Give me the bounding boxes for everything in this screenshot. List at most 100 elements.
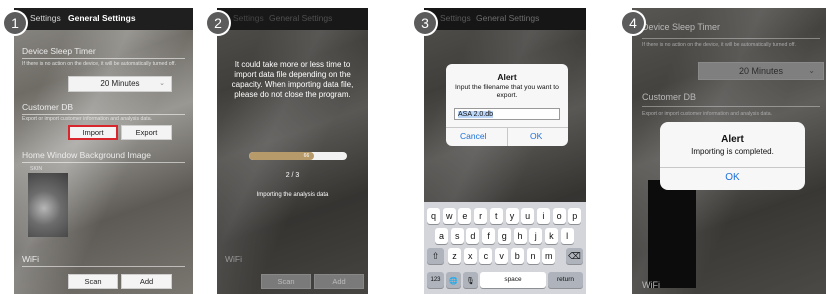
- sleep-note: If there is no action on the device, it …: [22, 61, 176, 67]
- key-r[interactable]: r: [474, 208, 488, 224]
- wifi-label: WiFi: [642, 280, 660, 290]
- globe-key[interactable]: 🌐: [446, 272, 461, 288]
- divider: [642, 38, 820, 39]
- wifi-label: WiFi: [225, 254, 242, 264]
- divider: [22, 58, 185, 59]
- key-f[interactable]: f: [482, 228, 496, 244]
- export-note: Export or import customer information an…: [22, 116, 153, 122]
- key-d[interactable]: d: [466, 228, 480, 244]
- device-sleep-timer-label: Device Sleep Timer: [22, 46, 96, 56]
- import-complete-alert: Alert Importing is completed. OK: [660, 122, 805, 190]
- screen-step-3: Settings General Settings Alert Input th…: [424, 8, 586, 294]
- key-g[interactable]: g: [497, 228, 511, 244]
- globe-icon: 🌐: [449, 278, 458, 285]
- alert-title: Alert: [721, 134, 744, 145]
- divider: [642, 106, 820, 107]
- alert-button-row: Cancel OK: [446, 127, 568, 146]
- export-filename-alert: Alert Input the filename that you want t…: [446, 64, 568, 146]
- key-a[interactable]: a: [435, 228, 448, 244]
- wifi-label: WiFi: [22, 254, 39, 264]
- return-key[interactable]: return: [548, 272, 583, 288]
- mic-key[interactable]: 🎙: [463, 272, 478, 288]
- sleep-timer-select[interactable]: 20 Minutes ⌄: [68, 76, 172, 92]
- step-badge-2: 2: [207, 12, 229, 34]
- sleep-timer-value: 20 Minutes: [100, 79, 140, 88]
- export-button[interactable]: Export: [121, 125, 172, 140]
- key-e[interactable]: e: [458, 208, 472, 224]
- alert-message: Importing is completed.: [691, 147, 774, 156]
- key-c[interactable]: c: [479, 248, 493, 264]
- key-p[interactable]: p: [568, 208, 582, 224]
- key-m[interactable]: m: [542, 248, 556, 264]
- add-button[interactable]: Add: [121, 274, 172, 289]
- alert-button-row: OK: [660, 167, 805, 190]
- import-button[interactable]: Import: [68, 125, 118, 140]
- step-badge-3: 3: [414, 12, 436, 34]
- key-l[interactable]: l: [560, 228, 574, 244]
- shift-key[interactable]: ⇧: [427, 248, 444, 264]
- key-i[interactable]: i: [536, 208, 550, 224]
- key-u[interactable]: u: [521, 208, 535, 224]
- key-z[interactable]: z: [448, 248, 461, 264]
- button-separator: [507, 128, 508, 146]
- progress-percent: 66: [303, 153, 310, 159]
- key-j[interactable]: j: [529, 228, 543, 244]
- nav-settings[interactable]: Settings: [30, 13, 61, 23]
- sleep-note: If there is no action on the device, it …: [642, 42, 796, 48]
- customer-db-label: Customer DB: [642, 92, 697, 102]
- device-sleep-timer-label: Device Sleep Timer: [642, 22, 721, 32]
- alert-message: Input the filename that you want to expo…: [455, 84, 559, 99]
- home-bg-label: Home Window Background Image: [22, 150, 151, 160]
- alert-title: Alert: [497, 72, 517, 82]
- chevron-down-icon: ⌄: [159, 80, 165, 87]
- chevron-down-icon: ⌄: [808, 66, 815, 75]
- numbers-key[interactable]: 123: [427, 272, 444, 288]
- key-s[interactable]: s: [450, 228, 464, 244]
- space-key[interactable]: space: [480, 272, 546, 288]
- key-w[interactable]: w: [442, 208, 456, 224]
- key-t[interactable]: t: [489, 208, 503, 224]
- key-k[interactable]: k: [544, 228, 558, 244]
- scan-button: Scan: [261, 274, 311, 289]
- import-warning-text: It could take more or less time to impor…: [231, 60, 354, 99]
- scan-button[interactable]: Scan: [68, 274, 118, 289]
- sleep-timer-value: 20 Minutes: [738, 66, 784, 76]
- background-thumbnail[interactable]: [28, 173, 68, 237]
- background-thumbnail: [648, 180, 696, 288]
- step-badge-4: 4: [622, 12, 644, 34]
- progress-count: 2 / 3: [285, 172, 300, 179]
- divider: [22, 266, 185, 267]
- on-screen-keyboard: ⇧ ⌫ 123 🌐 🎙 space return qwertyuiop asdfg…: [424, 202, 586, 294]
- divider: [22, 162, 185, 163]
- importing-status-text: Importing the analysis data: [256, 192, 329, 198]
- key-h[interactable]: h: [513, 228, 527, 244]
- customer-db-label: Customer DB: [22, 102, 74, 112]
- filename-input[interactable]: ASA 2.0.db: [454, 108, 560, 120]
- microphone-icon: 🎙: [466, 278, 475, 285]
- import-progress-bar: 66: [249, 152, 347, 160]
- key-q[interactable]: q: [427, 208, 440, 224]
- key-b[interactable]: b: [510, 248, 524, 264]
- key-o[interactable]: o: [552, 208, 566, 224]
- backspace-key[interactable]: ⌫: [566, 248, 583, 264]
- screen-step-2: Settings General Settings It could take …: [217, 8, 368, 294]
- export-note: Export or import customer information an…: [642, 111, 773, 117]
- screen-step-4: Device Sleep Timer If there is no action…: [632, 8, 826, 294]
- key-x[interactable]: x: [463, 248, 477, 264]
- top-nav: Settings General Settings: [14, 8, 193, 30]
- key-y[interactable]: y: [505, 208, 519, 224]
- cancel-button[interactable]: Cancel: [460, 131, 486, 141]
- add-button: Add: [314, 274, 364, 289]
- divider: [22, 114, 185, 115]
- key-n[interactable]: n: [526, 248, 540, 264]
- key-v[interactable]: v: [495, 248, 509, 264]
- nav-general-settings[interactable]: General Settings: [68, 13, 136, 23]
- ok-button[interactable]: OK: [660, 172, 805, 183]
- filename-value: ASA 2.0.db: [458, 111, 494, 118]
- skin-label: SKIN: [30, 166, 43, 172]
- modal-overlay: [217, 8, 368, 294]
- screen-step-1: Settings General Settings Device Sleep T…: [14, 8, 193, 294]
- ok-button[interactable]: OK: [530, 131, 542, 141]
- sleep-timer-select: 20 Minutes ⌄: [698, 62, 824, 80]
- step-badge-1: 1: [4, 12, 26, 34]
